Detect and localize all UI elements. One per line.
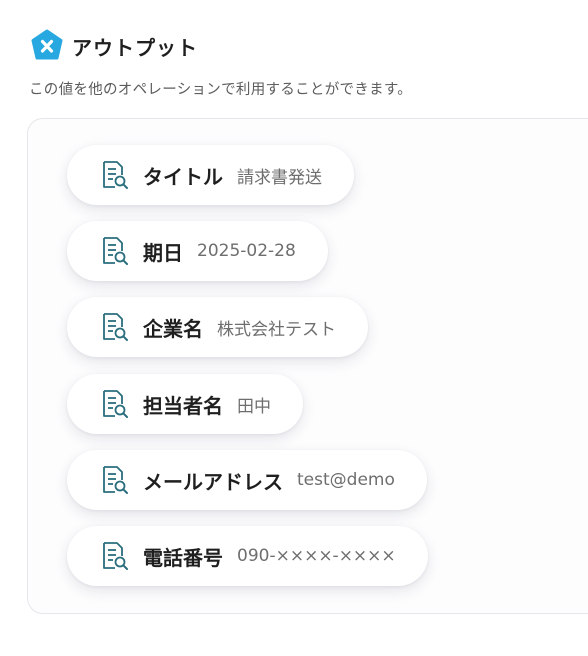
output-item-contact-person[interactable]: 担当者名 田中 [67,374,303,434]
output-label: タイトル [143,164,223,189]
output-label: 電話番号 [143,545,223,570]
output-item-due-date[interactable]: 期日 2025-02-28 [67,221,328,281]
section-title: アウトプット [72,35,198,60]
output-value: 田中 [237,396,271,417]
output-value: 090-××××-×××× [237,546,396,566]
output-label: 企業名 [143,316,203,341]
document-search-icon [103,237,128,265]
document-search-icon [103,161,128,189]
output-item-phone[interactable]: 電話番号 090-××××-×××× [67,526,428,586]
output-value: 株式会社テスト [217,319,336,340]
document-search-icon [103,313,128,341]
output-label: 担当者名 [143,393,223,418]
document-search-icon [103,466,128,494]
output-item-company[interactable]: 企業名 株式会社テスト [67,297,368,357]
document-search-icon [103,542,128,570]
document-search-icon [103,390,128,418]
output-item-email[interactable]: メールアドレス test@demo [67,450,427,510]
output-label: 期日 [143,240,183,265]
app-logo-icon [31,29,63,60]
section-header: アウトプット [30,29,198,63]
section-description: この値を他のオペレーションで利用することができます。 [29,82,413,98]
output-item-title[interactable]: タイトル 請求書発送 [67,145,354,205]
output-value: test@demo [297,470,395,490]
output-label: メールアドレス [143,469,283,494]
output-value: 2025-02-28 [197,241,296,261]
output-value: 請求書発送 [237,167,322,188]
